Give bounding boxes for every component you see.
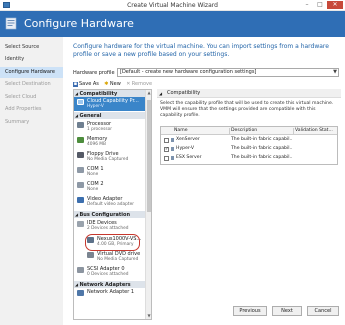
com-port-icon: [77, 182, 84, 188]
profile-icon: [171, 138, 174, 142]
maximize-button[interactable]: □: [314, 1, 326, 9]
nav-step-select-source[interactable]: Select Source: [0, 42, 63, 53]
tree-item-floppy[interactable]: Floppy Drive No Media Captured: [74, 150, 146, 164]
window-title: Create Virtual Machine Wizard: [127, 2, 218, 9]
remove-icon: ✕: [126, 80, 131, 87]
column-header-description[interactable]: Description: [231, 127, 293, 135]
profile-icon: [171, 156, 174, 160]
scrollbar-thumb[interactable]: [147, 100, 151, 212]
nav-step-add-properties: Add Properties: [5, 106, 42, 112]
wizard-banner: Configure Hardware: [0, 11, 345, 37]
save-as-label: Save As: [79, 81, 99, 87]
title-bar: Create Virtual Machine Wizard – □ ✕: [0, 0, 345, 11]
profile-checkbox-xenserver[interactable]: [164, 138, 169, 143]
processor-icon: [77, 122, 84, 128]
table-row[interactable]: ESX Server The built-in fabric capabil..…: [161, 154, 337, 162]
tree-item-cloud-capability[interactable]: Cloud Capability Pr... Hyper-V: [74, 97, 146, 111]
table-row[interactable]: XenServer The built-in fabric capabil...: [161, 136, 337, 144]
nav-step-select-cloud: Select Cloud: [5, 94, 37, 100]
hardware-profile-value: [Default - create new hardware configura…: [120, 69, 257, 75]
hardware-profile-select[interactable]: [Default - create new hardware configura…: [117, 68, 339, 77]
save-as-button[interactable]: ▪ Save As: [73, 80, 99, 88]
profile-checkbox-hyper-v[interactable]: ✓: [164, 147, 169, 152]
remove-button[interactable]: ✕ Remove: [126, 80, 152, 88]
hardware-toolbar: ▪ Save As ✱ New ✕ Remove: [73, 80, 152, 88]
grid-header-row: Name Description Validation Stat...: [161, 127, 337, 135]
cloud-icon: [77, 99, 84, 105]
nav-step-summary: Summary: [5, 119, 30, 125]
tree-item-processor[interactable]: Processor 1 processor: [74, 120, 146, 134]
capability-profile-grid: Name Description Validation Stat... XenS…: [160, 126, 338, 165]
minimize-button[interactable]: –: [301, 1, 313, 9]
column-header-validation-status[interactable]: Validation Stat...: [295, 127, 337, 135]
dvd-drive-icon: [87, 252, 94, 258]
previous-button[interactable]: Previous: [233, 306, 267, 316]
table-row[interactable]: ✓ Hyper-V The built-in fabric capabil...: [161, 145, 337, 153]
nav-step-select-destination: Select Destination: [5, 81, 51, 87]
compatibility-panel: ◢ Compatibility Select the capability pr…: [157, 89, 341, 320]
tree-item-virtual-dvd-drive[interactable]: Virtual DVD drive No Media Captured: [74, 250, 146, 264]
column-header-name[interactable]: Name: [174, 127, 228, 135]
section-compatibility[interactable]: ◢ Compatibility: [74, 90, 146, 97]
chevron-down-icon: ▼: [333, 69, 337, 75]
monitor-icon: [77, 197, 84, 203]
com-port-icon: [77, 167, 84, 173]
annotation-highlight-circle: [85, 234, 140, 251]
new-icon: ✱: [104, 80, 109, 87]
profile-icon: [171, 147, 174, 151]
nav-step-configure-hardware[interactable]: Configure Hardware: [0, 67, 63, 78]
memory-icon: [77, 137, 84, 143]
profile-checkbox-esx-server[interactable]: [164, 156, 169, 161]
close-button[interactable]: ✕: [327, 1, 343, 9]
compatibility-panel-title: Compatibility: [167, 90, 201, 96]
wizard-steps-nav: Select Source Identity Configure Hardwar…: [0, 37, 63, 325]
compatibility-description: Select the capability profile that will …: [160, 101, 334, 118]
next-button[interactable]: Next: [272, 306, 302, 316]
hardware-tree[interactable]: ◢ Compatibility Cloud Capability Pr... H…: [73, 89, 152, 320]
wizard-icon: [5, 17, 17, 30]
network-adapter-icon: [77, 290, 84, 296]
tree-item-memory[interactable]: Memory 4096 MB: [74, 135, 146, 149]
tree-item-video-adapter[interactable]: Video Adapter Default video adapter: [74, 195, 146, 209]
nav-step-identity[interactable]: Identity: [0, 54, 63, 65]
floppy-icon: [77, 152, 84, 158]
scsi-icon: [77, 267, 84, 273]
tree-item-com2[interactable]: COM 2 None: [74, 180, 146, 194]
tree-scrollbar[interactable]: ▲ ▼: [145, 90, 151, 319]
section-network-adapters[interactable]: ◢ Network Adapters: [74, 281, 146, 288]
intro-text: Configure hardware for the virtual machi…: [73, 43, 329, 58]
tree-item-network-adapter-1[interactable]: Network Adapter 1: [74, 288, 146, 302]
tree-item-com1[interactable]: COM 1 None: [74, 165, 146, 179]
page-title: Configure Hardware: [24, 17, 134, 30]
new-button[interactable]: ✱ New: [104, 80, 121, 88]
wizard-footer: Previous Next Cancel: [63, 306, 345, 318]
tree-item-scsi-adapter[interactable]: SCSI Adapter 0 0 Devices attached: [74, 265, 146, 279]
section-general[interactable]: ◢ General: [74, 112, 146, 119]
section-bus-configuration[interactable]: ◢ Bus Configuration: [74, 211, 146, 218]
window-controls: – □ ✕: [301, 1, 343, 9]
cancel-button[interactable]: Cancel: [307, 306, 339, 316]
scroll-up-icon[interactable]: ▲: [146, 90, 151, 96]
save-icon: ▪: [73, 80, 78, 87]
tree-item-ide-devices[interactable]: IDE Devices 2 Devices attached: [74, 219, 146, 233]
remove-label: Remove: [131, 81, 153, 87]
collapse-icon: ◢: [159, 91, 163, 96]
main-content: Configure hardware for the virtual machi…: [63, 37, 345, 325]
compatibility-panel-header[interactable]: ◢ Compatibility: [157, 89, 341, 98]
new-label: New: [109, 81, 121, 87]
ide-icon: [77, 221, 84, 227]
hardware-profile-label: Hardware profile: [73, 70, 115, 76]
